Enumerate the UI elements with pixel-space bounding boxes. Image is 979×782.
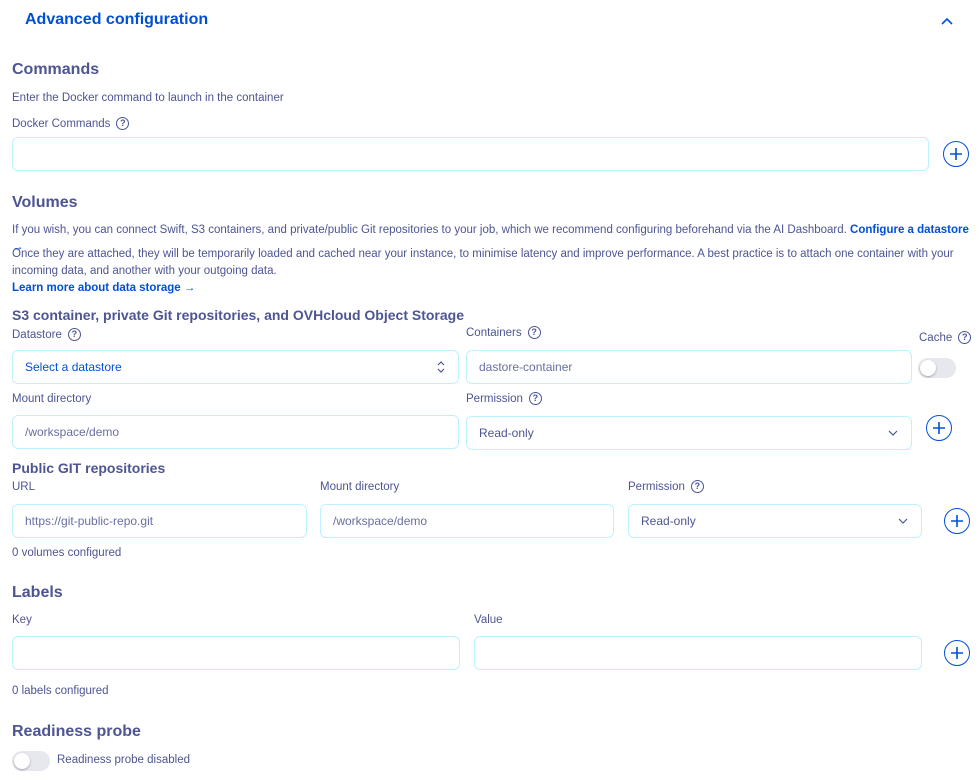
mount-directory-label-text: Mount directory — [12, 393, 92, 405]
help-icon[interactable]: ? — [690, 480, 704, 493]
learn-more-link[interactable]: Learn more about data storage → — [12, 280, 195, 297]
plus-icon — [950, 148, 962, 160]
containers-input[interactable] — [466, 350, 912, 384]
updown-chevron-icon — [437, 361, 445, 373]
url-label: URL — [12, 481, 35, 493]
volumes-title: Volumes — [12, 194, 78, 211]
readiness-toggle-label-text: Readiness probe disabled — [57, 754, 190, 766]
readiness-toggle[interactable] — [12, 751, 50, 771]
url-label-text: URL — [12, 481, 36, 493]
readiness-title: Readiness probe — [12, 723, 141, 740]
help-icon[interactable]: ? — [116, 117, 130, 130]
mount-directory-label: Mount directory — [12, 393, 91, 405]
docker-commands-label: Docker Commands ? — [12, 117, 130, 130]
git-permission-label-text: Permission — [628, 480, 685, 493]
docker-commands-input[interactable] — [12, 137, 929, 171]
datastore-select-value: Select a datastore — [25, 360, 122, 374]
volumes-count: 0 volumes configured — [12, 547, 122, 559]
key-label-text: Key — [12, 614, 32, 626]
docker-commands-label-text: Docker Commands — [12, 117, 111, 130]
permission-label: Permission ? — [466, 392, 542, 405]
cache-label-text: Cache — [919, 331, 953, 344]
cache-toggle[interactable] — [918, 358, 956, 378]
git-url-input[interactable] — [12, 504, 307, 538]
datastore-label-text: Datastore — [12, 328, 62, 341]
plus-icon — [951, 515, 963, 527]
git-mount-input[interactable] — [320, 504, 614, 538]
labels-title: Labels — [12, 584, 63, 601]
plus-icon — [951, 647, 963, 659]
volumes-desc1-text: If you wish, you can connect Swift, S3 c… — [12, 224, 847, 236]
add-docker-command-button[interactable] — [943, 141, 969, 167]
add-label-button[interactable] — [944, 640, 970, 666]
s3-title: S3 container, private Git repositories, … — [12, 307, 464, 323]
value-label: Value — [474, 614, 503, 626]
volumes-description-2: Once they are attached, they will be tem… — [12, 248, 954, 277]
git-mount-label: Mount directory — [320, 481, 399, 493]
permission-select[interactable]: Read-only — [466, 416, 912, 450]
plus-icon — [933, 422, 945, 434]
datastore-label: Datastore ? — [12, 328, 81, 341]
commands-title: Commands — [12, 61, 100, 78]
label-key-input[interactable] — [12, 636, 460, 670]
help-icon[interactable]: ? — [67, 328, 81, 341]
chevron-down-icon — [898, 518, 908, 524]
git-mount-label-text: Mount directory — [320, 481, 400, 493]
label-value-input[interactable] — [474, 636, 922, 670]
permission-label-text: Permission — [466, 392, 523, 405]
chevron-down-icon — [888, 430, 898, 436]
add-git-volume-button[interactable] — [944, 508, 970, 534]
key-label: Key — [12, 614, 32, 626]
value-label-text: Value — [474, 614, 503, 626]
labels-count: 0 labels configured — [12, 685, 109, 697]
help-icon[interactable]: ? — [958, 331, 972, 344]
accordion-title[interactable]: Advanced configuration — [25, 11, 208, 29]
help-icon[interactable]: ? — [527, 326, 541, 339]
containers-label: Containers ? — [466, 326, 541, 339]
help-icon[interactable]: ? — [528, 392, 542, 405]
chevron-up-icon[interactable] — [938, 14, 956, 28]
cache-label: Cache ? — [919, 331, 972, 344]
git-permission-label: Permission ? — [628, 480, 704, 493]
permission-select-value: Read-only — [479, 426, 534, 440]
git-permission-select[interactable]: Read-only — [628, 504, 922, 538]
git-title: Public GIT repositories — [12, 460, 166, 476]
commands-description: Enter the Docker command to launch in th… — [12, 92, 284, 104]
containers-label-text: Containers — [466, 326, 522, 339]
add-s3-volume-button[interactable] — [926, 415, 952, 441]
git-permission-select-value: Read-only — [641, 514, 696, 528]
mount-directory-input[interactable] — [12, 415, 459, 449]
readiness-toggle-label: Readiness probe disabled — [57, 754, 190, 766]
datastore-select[interactable]: Select a datastore — [12, 350, 459, 384]
